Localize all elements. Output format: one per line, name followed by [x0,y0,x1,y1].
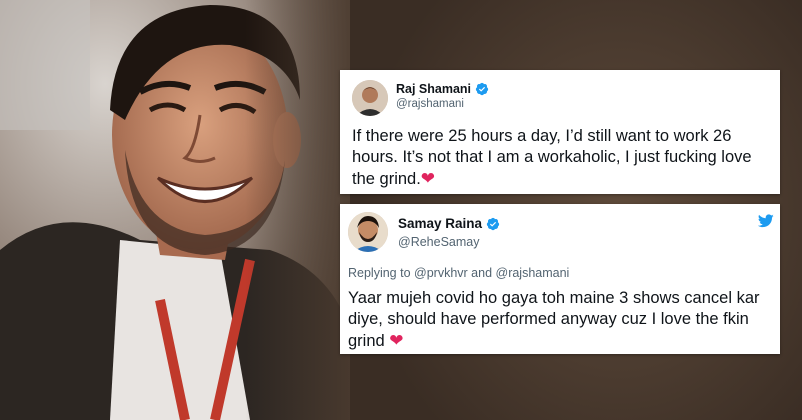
user-handle[interactable]: @rajshamani [396,98,464,110]
background-photo-smiling-man [0,0,350,420]
tweet-text: Yaar mujeh covid ho gaya toh maine 3 sho… [348,288,768,352]
replying-to-line: Replying to @prvkhvr and @rajshamani [348,266,569,280]
reply-mention-1[interactable]: @prvkhvr [414,266,468,280]
user-handle[interactable]: @ReheSamay [398,235,479,249]
display-name-text[interactable]: Samay Raina [398,216,482,231]
verified-badge-icon [475,82,489,96]
reply-mention-2[interactable]: @rajshamani [496,266,570,280]
tweet-card-raj-shamani[interactable]: Raj Shamani @rajshamani If there were 25… [340,70,780,194]
tweet-card-samay-raina[interactable]: Samay Raina @ReheSamay Replying to @prvk… [340,204,780,354]
avatar[interactable] [352,80,388,116]
display-name[interactable]: Raj Shamani [396,82,489,96]
red-heart-icon: ❤ [389,331,404,350]
twitter-bird-icon[interactable] [758,214,774,228]
tweet-text-content: Yaar mujeh covid ho gaya toh maine 3 sho… [348,289,760,350]
display-name[interactable]: Samay Raina [398,216,500,231]
replying-prefix: Replying to [348,266,415,280]
replying-and: and [467,266,496,280]
display-name-text[interactable]: Raj Shamani [396,82,471,96]
avatar[interactable] [348,212,388,252]
red-heart-icon: ❤ [420,169,436,188]
tweet-text: If there were 25 hours a day, I’d still … [352,126,768,190]
verified-badge-icon [486,217,500,230]
tweet-text-content: If there were 25 hours a day, I’d still … [352,127,752,188]
